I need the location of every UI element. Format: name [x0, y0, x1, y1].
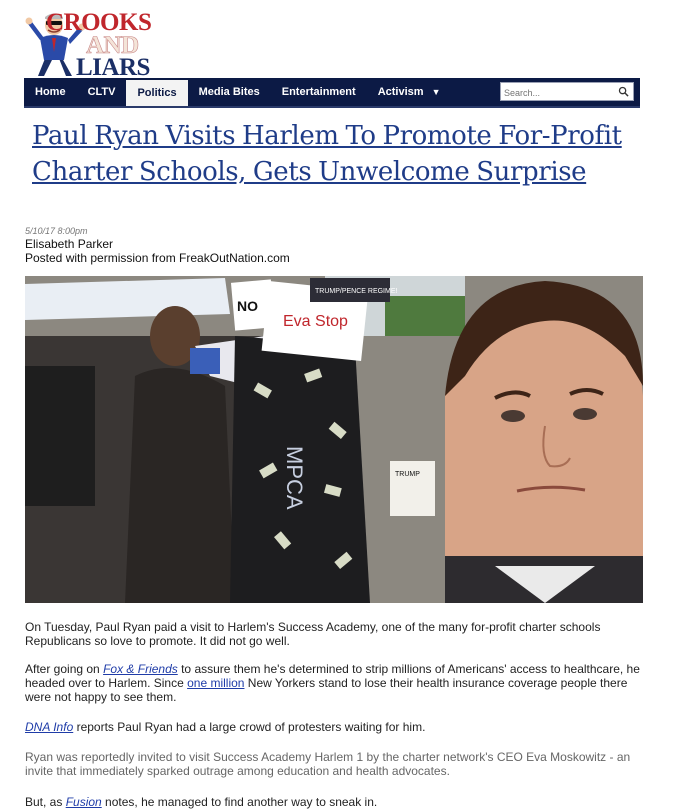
coffin-text: MPCA — [282, 446, 307, 510]
article-paragraph-5: But, as Fusion notes, he managed to find… — [25, 795, 645, 809]
link-dna-info[interactable]: DNA Info — [25, 720, 73, 734]
nav-item-activism-label: Activism — [377, 86, 424, 98]
nav-item-cltv[interactable]: CLTV — [77, 78, 127, 106]
nav-item-entertainment[interactable]: Entertainment — [271, 78, 367, 106]
link-fox-and-friends[interactable]: Fox & Friends — [103, 662, 178, 676]
nav-item-home[interactable]: Home — [24, 78, 77, 106]
article-author: Elisabeth Parker — [25, 237, 114, 251]
logo-word-liars: LIARS — [76, 54, 150, 81]
article-paragraph-3: DNA Info reports Paul Ryan had a large c… — [25, 720, 645, 734]
p5-text-b: notes, he managed to find another way to… — [101, 795, 378, 809]
link-fusion[interactable]: Fusion — [66, 795, 102, 809]
link-one-million[interactable]: one million — [187, 676, 244, 690]
search-icon[interactable] — [618, 86, 629, 97]
article-date: 5/10/17 8:00pm — [25, 226, 88, 236]
article-paragraph-4: Ryan was reportedly invited to visit Suc… — [25, 750, 631, 778]
article-permission: Posted with permission from FreakOutNati… — [25, 251, 290, 265]
sign-trump-pence: TRUMP/PENCE REGIME! — [315, 288, 398, 295]
article-image: NO Eva Stop TRUMP/PENCE REGIME! MPCA TRU… — [25, 276, 643, 603]
p2-text-a: After going on — [25, 662, 104, 676]
sign-trump: TRUMP — [395, 471, 420, 478]
p5-text-a: But, as — [25, 795, 66, 809]
sign-eva-stop: Eva Stop — [283, 313, 348, 330]
article-paragraph-2: After going on Fox & Friends to assure t… — [25, 662, 645, 704]
protest-photo: NO Eva Stop TRUMP/PENCE REGIME! MPCA TRU… — [25, 276, 643, 603]
article-headline[interactable]: Paul Ryan Visits Harlem To Promote For-P… — [32, 118, 632, 190]
nav-item-activism[interactable]: Activism ▼ — [367, 78, 452, 106]
chevron-down-icon: ▼ — [431, 87, 441, 97]
main-nav: Home CLTV Politics Media Bites Entertain… — [24, 78, 640, 108]
search-input[interactable] — [501, 85, 612, 101]
nav-item-politics[interactable]: Politics — [126, 80, 188, 106]
article-meta: 5/10/17 8:00pm Elisabeth Parker Posted w… — [25, 226, 290, 265]
nav-item-media-bites[interactable]: Media Bites — [188, 78, 271, 106]
article-paragraph-1: On Tuesday, Paul Ryan paid a visit to Ha… — [25, 620, 601, 648]
site-logo[interactable]: CROOKS AND LIARS — [24, 8, 162, 81]
p3-text: reports Paul Ryan had a large crowd of p… — [73, 720, 426, 734]
search-box — [500, 82, 634, 101]
sign-no: NO — [237, 298, 258, 314]
